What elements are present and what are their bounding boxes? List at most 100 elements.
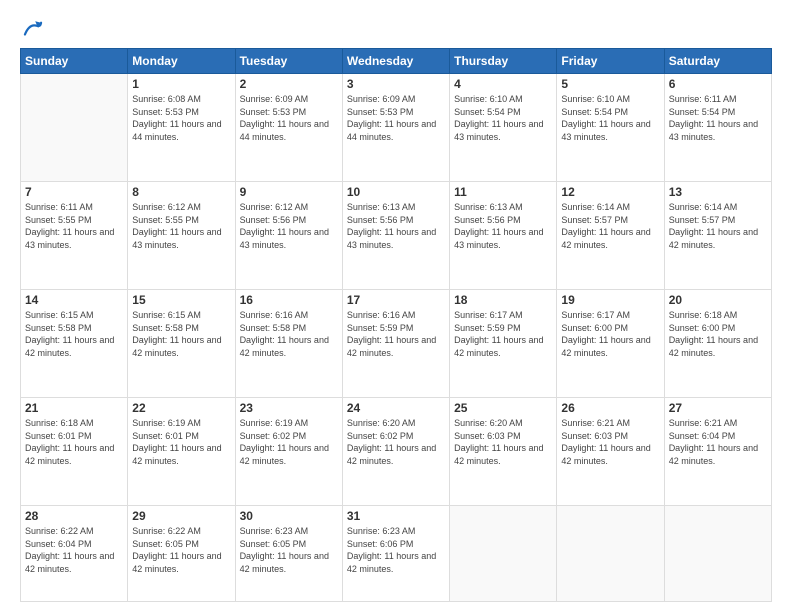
calendar-cell: 22 Sunrise: 6:19 AMSunset: 6:01 PMDayligh…: [128, 398, 235, 506]
calendar-cell: 3Sunrise: 6:09 AMSunset: 5:53 PMDaylight…: [342, 74, 449, 182]
calendar-table: SundayMondayTuesdayWednesdayThursdayFrid…: [20, 48, 772, 602]
calendar-cell: 20 Sunrise: 6:18 AMSunset: 6:00 PMDayligh…: [664, 290, 771, 398]
calendar-cell: 28Sunrise: 6:22 AMSunset: 6:04 PMDayligh…: [21, 506, 128, 602]
calendar-day-header: Wednesday: [342, 49, 449, 74]
day-number: 24: [347, 401, 445, 415]
cell-info: Sunrise: 6:15 AMSunset: 5:58 PMDaylight:…: [132, 309, 230, 359]
calendar-day-header: Saturday: [664, 49, 771, 74]
calendar-cell: 19 Sunrise: 6:17 AMSunset: 6:00 PMDayligh…: [557, 290, 664, 398]
calendar-cell: 17Sunrise: 6:16 AMSunset: 5:59 PMDayligh…: [342, 290, 449, 398]
day-number: 14: [25, 293, 123, 307]
day-number: 8: [132, 185, 230, 199]
calendar-cell: 12 Sunrise: 6:14 AMSunset: 5:57 PMDayligh…: [557, 182, 664, 290]
calendar-cell: 7 Sunrise: 6:11 AMSunset: 5:55 PMDaylight…: [21, 182, 128, 290]
cell-info: Sunrise: 6:10 AMSunset: 5:54 PMDaylight:…: [561, 93, 659, 143]
calendar-cell: 16 Sunrise: 6:16 AMSunset: 5:58 PMDayligh…: [235, 290, 342, 398]
day-number: 9: [240, 185, 338, 199]
calendar-cell: [557, 506, 664, 602]
cell-info: Sunrise: 6:19 AMSunset: 6:01 PMDaylight:…: [132, 417, 230, 467]
calendar-cell: 15 Sunrise: 6:15 AMSunset: 5:58 PMDayligh…: [128, 290, 235, 398]
day-number: 26: [561, 401, 659, 415]
calendar-week-row: 14 Sunrise: 6:15 AMSunset: 5:58 PMDayligh…: [21, 290, 772, 398]
calendar-day-header: Sunday: [21, 49, 128, 74]
calendar-week-row: 7 Sunrise: 6:11 AMSunset: 5:55 PMDaylight…: [21, 182, 772, 290]
calendar-cell: 29Sunrise: 6:22 AMSunset: 6:05 PMDayligh…: [128, 506, 235, 602]
day-number: 29: [132, 509, 230, 523]
calendar-cell: 27 Sunrise: 6:21 AMSunset: 6:04 PMDayligh…: [664, 398, 771, 506]
cell-info: Sunrise: 6:16 AMSunset: 5:58 PMDaylight:…: [240, 309, 338, 359]
day-number: 31: [347, 509, 445, 523]
calendar-cell: 6Sunrise: 6:11 AMSunset: 5:54 PMDaylight…: [664, 74, 771, 182]
day-number: 2: [240, 77, 338, 91]
cell-info: Sunrise: 6:12 AMSunset: 5:55 PMDaylight:…: [132, 201, 230, 251]
day-number: 27: [669, 401, 767, 415]
day-number: 3: [347, 77, 445, 91]
day-number: 28: [25, 509, 123, 523]
day-number: 12: [561, 185, 659, 199]
day-number: 15: [132, 293, 230, 307]
day-number: 23: [240, 401, 338, 415]
calendar-cell: 2 Sunrise: 6:09 AMSunset: 5:53 PMDaylight…: [235, 74, 342, 182]
cell-info: Sunrise: 6:18 AMSunset: 6:00 PMDaylight:…: [669, 309, 767, 359]
cell-info: Sunrise: 6:10 AMSunset: 5:54 PMDaylight:…: [454, 93, 552, 143]
calendar-day-header: Tuesday: [235, 49, 342, 74]
day-number: 16: [240, 293, 338, 307]
day-number: 11: [454, 185, 552, 199]
calendar-cell: 5Sunrise: 6:10 AMSunset: 5:54 PMDaylight…: [557, 74, 664, 182]
day-number: 10: [347, 185, 445, 199]
calendar-cell: 1Sunrise: 6:08 AMSunset: 5:53 PMDaylight…: [128, 74, 235, 182]
day-number: 7: [25, 185, 123, 199]
header: [20, 18, 772, 40]
calendar-week-row: 21Sunrise: 6:18 AMSunset: 6:01 PMDayligh…: [21, 398, 772, 506]
calendar-cell: 18 Sunrise: 6:17 AMSunset: 5:59 PMDayligh…: [450, 290, 557, 398]
calendar-cell: [21, 74, 128, 182]
calendar-day-header: Thursday: [450, 49, 557, 74]
cell-info: Sunrise: 6:20 AMSunset: 6:02 PMDaylight:…: [347, 417, 445, 467]
calendar-cell: [450, 506, 557, 602]
day-number: 1: [132, 77, 230, 91]
cell-info: Sunrise: 6:14 AMSunset: 5:57 PMDaylight:…: [669, 201, 767, 251]
calendar-cell: 9 Sunrise: 6:12 AMSunset: 5:56 PMDaylight…: [235, 182, 342, 290]
calendar-day-header: Monday: [128, 49, 235, 74]
day-number: 13: [669, 185, 767, 199]
day-number: 18: [454, 293, 552, 307]
calendar-cell: 10 Sunrise: 6:13 AMSunset: 5:56 PMDayligh…: [342, 182, 449, 290]
cell-info: Sunrise: 6:21 AMSunset: 6:04 PMDaylight:…: [669, 417, 767, 467]
day-number: 6: [669, 77, 767, 91]
day-number: 22: [132, 401, 230, 415]
cell-info: Sunrise: 6:11 AMSunset: 5:55 PMDaylight:…: [25, 201, 123, 251]
cell-info: Sunrise: 6:17 AMSunset: 5:59 PMDaylight:…: [454, 309, 552, 359]
day-number: 19: [561, 293, 659, 307]
cell-info: Sunrise: 6:13 AMSunset: 5:56 PMDaylight:…: [347, 201, 445, 251]
calendar-cell: 13 Sunrise: 6:14 AMSunset: 5:57 PMDayligh…: [664, 182, 771, 290]
calendar-cell: 4 Sunrise: 6:10 AMSunset: 5:54 PMDaylight…: [450, 74, 557, 182]
cell-info: Sunrise: 6:19 AMSunset: 6:02 PMDaylight:…: [240, 417, 338, 467]
cell-info: Sunrise: 6:17 AMSunset: 6:00 PMDaylight:…: [561, 309, 659, 359]
calendar-cell: 24 Sunrise: 6:20 AMSunset: 6:02 PMDayligh…: [342, 398, 449, 506]
cell-info: Sunrise: 6:09 AMSunset: 5:53 PMDaylight:…: [240, 93, 338, 143]
calendar-day-header: Friday: [557, 49, 664, 74]
cell-info: Sunrise: 6:20 AMSunset: 6:03 PMDaylight:…: [454, 417, 552, 467]
day-number: 25: [454, 401, 552, 415]
day-number: 4: [454, 77, 552, 91]
cell-info: Sunrise: 6:12 AMSunset: 5:56 PMDaylight:…: [240, 201, 338, 251]
cell-info: Sunrise: 6:23 AMSunset: 6:06 PMDaylight:…: [347, 525, 445, 575]
calendar-week-row: 1Sunrise: 6:08 AMSunset: 5:53 PMDaylight…: [21, 74, 772, 182]
calendar-cell: 26 Sunrise: 6:21 AMSunset: 6:03 PMDayligh…: [557, 398, 664, 506]
calendar-cell: 11Sunrise: 6:13 AMSunset: 5:56 PMDayligh…: [450, 182, 557, 290]
calendar-header-row: SundayMondayTuesdayWednesdayThursdayFrid…: [21, 49, 772, 74]
cell-info: Sunrise: 6:14 AMSunset: 5:57 PMDaylight:…: [561, 201, 659, 251]
logo: [20, 18, 44, 40]
day-number: 21: [25, 401, 123, 415]
cell-info: Sunrise: 6:23 AMSunset: 6:05 PMDaylight:…: [240, 525, 338, 575]
calendar-cell: 8 Sunrise: 6:12 AMSunset: 5:55 PMDaylight…: [128, 182, 235, 290]
calendar-cell: [664, 506, 771, 602]
cell-info: Sunrise: 6:21 AMSunset: 6:03 PMDaylight:…: [561, 417, 659, 467]
day-number: 17: [347, 293, 445, 307]
calendar-cell: 14 Sunrise: 6:15 AMSunset: 5:58 PMDayligh…: [21, 290, 128, 398]
page: SundayMondayTuesdayWednesdayThursdayFrid…: [0, 0, 792, 612]
cell-info: Sunrise: 6:15 AMSunset: 5:58 PMDaylight:…: [25, 309, 123, 359]
calendar-cell: 25 Sunrise: 6:20 AMSunset: 6:03 PMDayligh…: [450, 398, 557, 506]
day-number: 20: [669, 293, 767, 307]
calendar-week-row: 28Sunrise: 6:22 AMSunset: 6:04 PMDayligh…: [21, 506, 772, 602]
